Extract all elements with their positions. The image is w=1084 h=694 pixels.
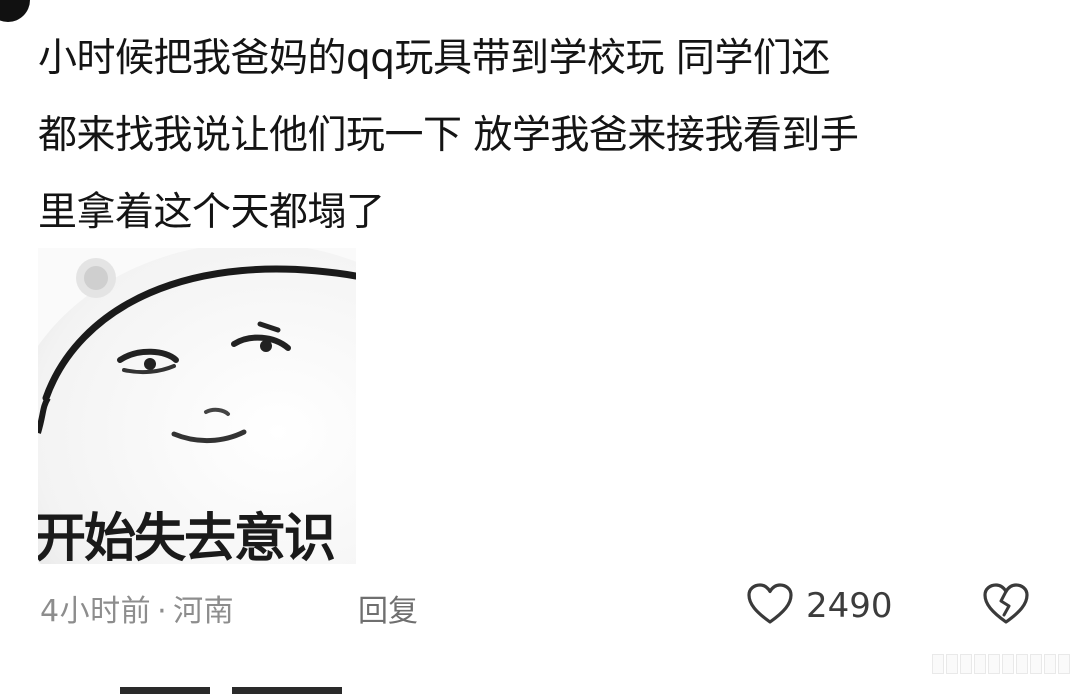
heart-outline-icon: [747, 583, 793, 624]
comment-line: 小时候把我爸妈的qq玩具带到学校玩 同学们还: [38, 36, 830, 81]
next-comment-peek: [120, 684, 380, 694]
comment-line: 都来找我说让他们玩一下 放学我爸来接我看到手: [38, 113, 859, 158]
comment-meta: 4小时前 · 河南 回复 2490: [40, 580, 1050, 630]
avatar[interactable]: [0, 0, 30, 22]
meme-image[interactable]: 开始失去意识: [38, 248, 356, 564]
dislike-button[interactable]: [982, 580, 1030, 628]
broken-heart-icon: [983, 583, 1029, 624]
like-count: 2490: [806, 586, 893, 626]
comment-line: 里拿着这个天都塌了: [38, 190, 385, 235]
meta-separator: ·: [157, 594, 168, 629]
reply-button[interactable]: 回复: [358, 586, 418, 630]
comment-body: 小时候把我爸妈的qq玩具带到学校玩 同学们还 都来找我说让他们玩一下 放学我爸来…: [38, 20, 1038, 251]
timestamp-location: 4小时前 · 河南: [40, 586, 234, 630]
meme-caption: 开始失去意识: [38, 509, 336, 564]
watermark: [932, 654, 1072, 674]
timestamp: 4小时前: [40, 594, 152, 629]
location: 河南: [173, 594, 235, 629]
